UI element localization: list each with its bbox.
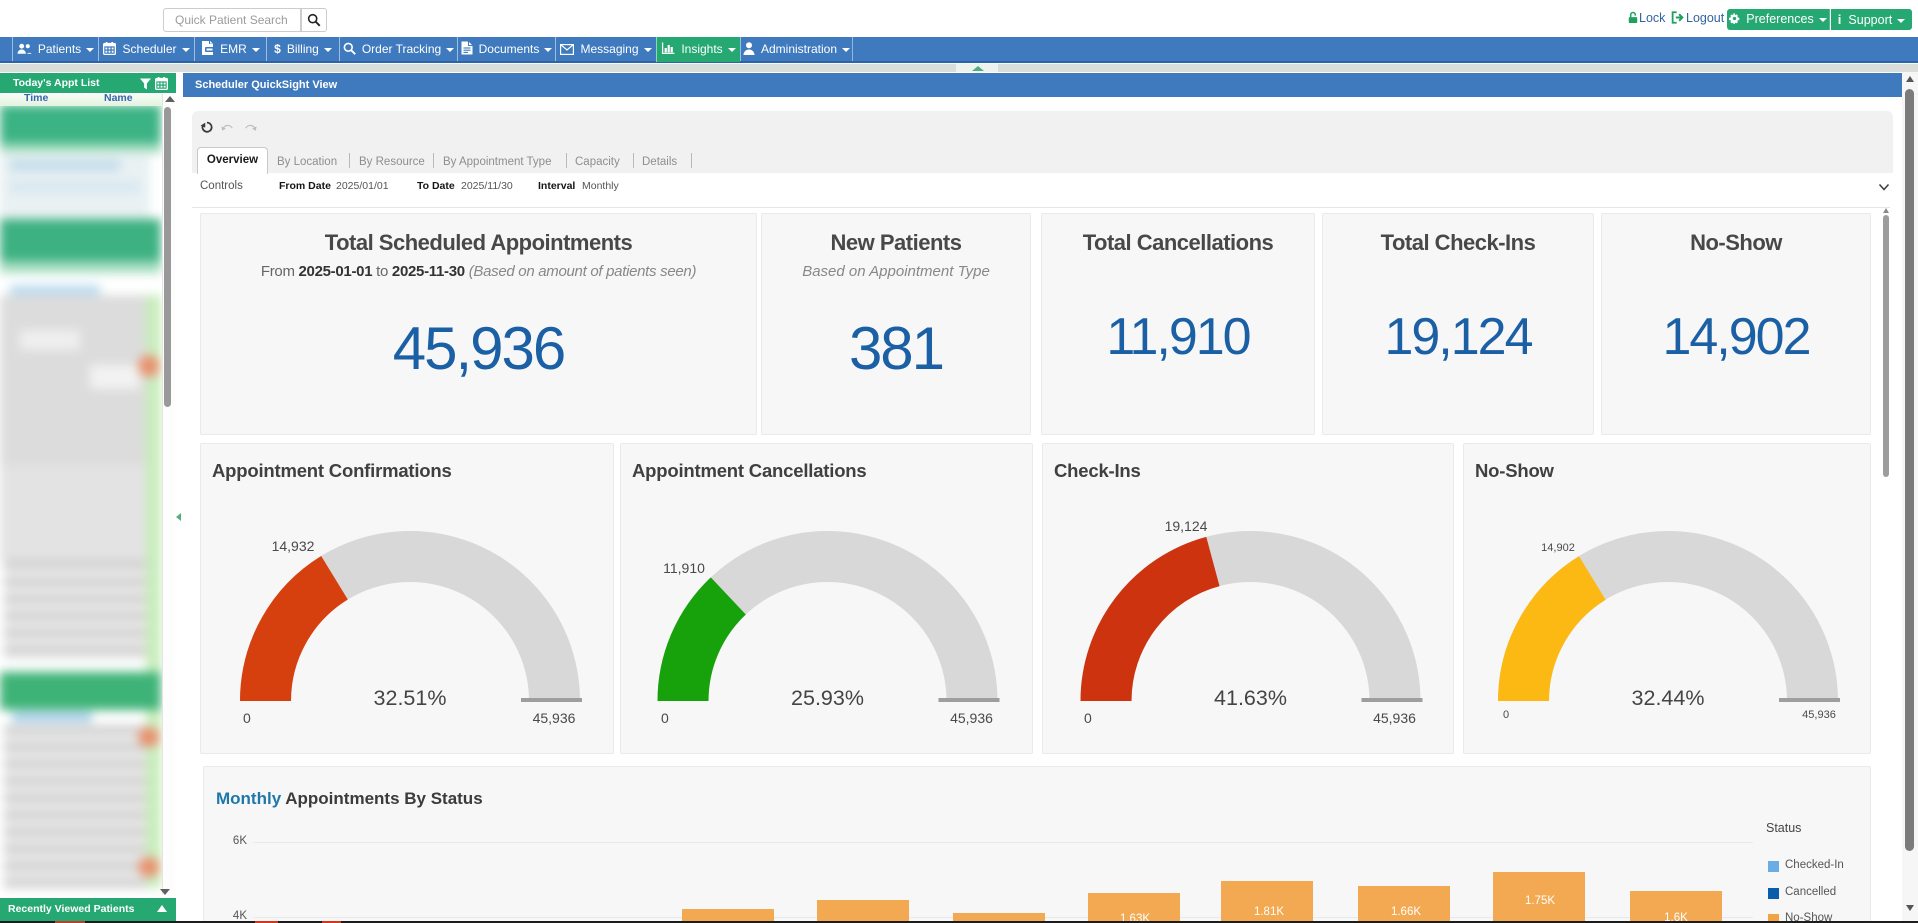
svg-text:45,936: 45,936 [950, 710, 993, 726]
svg-text:41.63%: 41.63% [1214, 686, 1287, 710]
svg-text:0: 0 [1503, 709, 1509, 721]
svg-text:14,902: 14,902 [1541, 542, 1575, 554]
svg-text:45,936: 45,936 [533, 710, 576, 726]
svg-text:0: 0 [1084, 710, 1092, 726]
svg-text:45,936: 45,936 [1802, 709, 1836, 721]
svg-text:11,910: 11,910 [663, 560, 705, 576]
svg-text:0: 0 [243, 710, 251, 726]
svg-text:25.93%: 25.93% [791, 686, 864, 710]
svg-text:0: 0 [661, 710, 669, 726]
svg-text:32.44%: 32.44% [1632, 686, 1705, 710]
svg-text:32.51%: 32.51% [374, 686, 447, 710]
svg-text:14,932: 14,932 [272, 538, 315, 554]
svg-text:19,124: 19,124 [1165, 518, 1208, 534]
svg-text:45,936: 45,936 [1373, 710, 1416, 726]
